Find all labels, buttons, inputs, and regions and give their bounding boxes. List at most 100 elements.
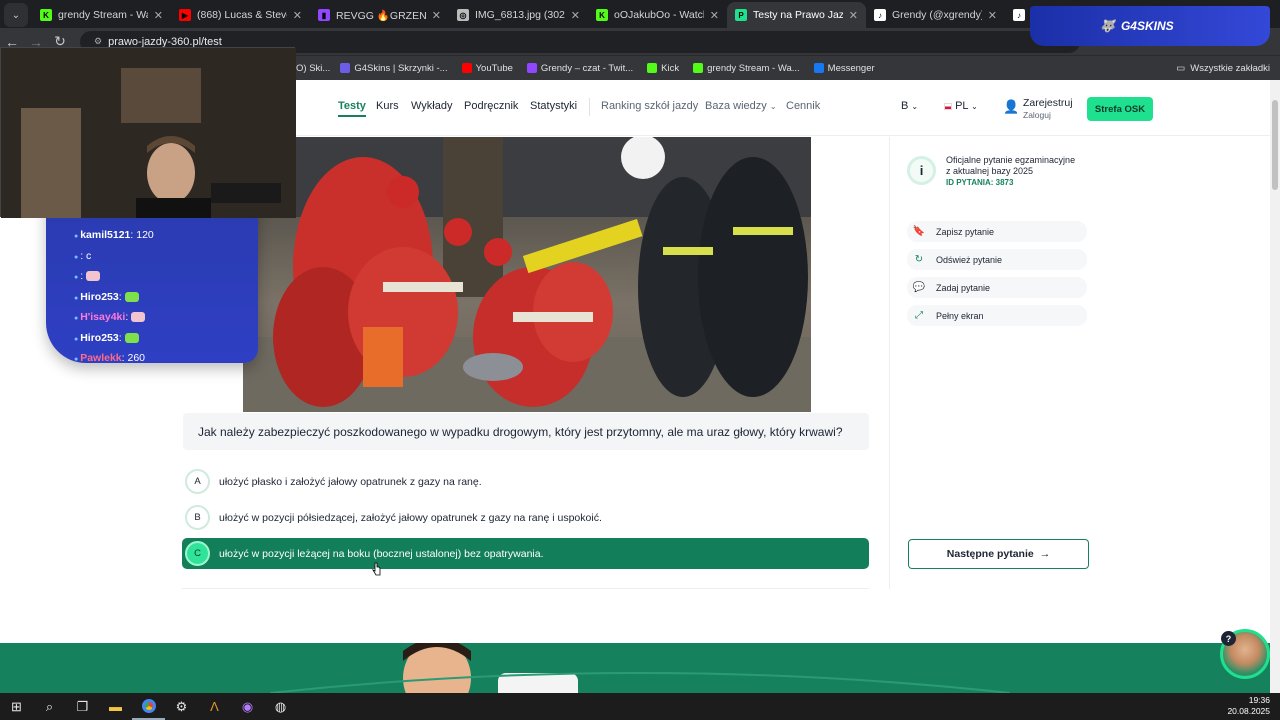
browser-tab[interactable]: ▮ REVGG 🔥GRZENIU I TIN ✕ <box>310 2 449 28</box>
sidebar-action-refresh[interactable]: ↻ Odśwież pytanie <box>907 249 1087 270</box>
answer-text: ułożyć w pozycji półsiedzącej, założyć j… <box>219 511 602 524</box>
windows-start-icon[interactable]: ⊞ <box>0 693 33 720</box>
accident-scene-image <box>243 137 811 412</box>
question-info: i Oficjalne pytanie egzaminacyjne z aktu… <box>907 150 1087 194</box>
info-line-2: z aktualnej bazy 2025 <box>946 165 1034 176</box>
close-tab-icon[interactable]: ✕ <box>988 9 997 22</box>
bookmark-label: Kick <box>661 62 680 74</box>
content-divider <box>182 588 869 589</box>
close-tab-icon[interactable]: ✕ <box>849 9 858 22</box>
answer-option-a[interactable]: Aułożyć płasko i założyć jałowy opatrune… <box>182 466 869 497</box>
nav-testy[interactable]: Testy <box>338 100 366 117</box>
arrow-right-icon: → <box>1039 548 1051 560</box>
steam-icon[interactable]: ⚙ <box>165 693 198 720</box>
tab-favicon-icon: ▶ <box>179 9 191 21</box>
sidebar-action-bookmark[interactable]: 🔖 Zapisz pytanie <box>907 221 1087 242</box>
g4skins-logo-icon: 🐺 <box>1100 19 1115 33</box>
bookmark-item[interactable]: G4Skins | Skrzynki -... <box>340 62 448 74</box>
tab-title: REVGG 🔥GRZENIU I TIN <box>336 9 426 22</box>
bookmark-partial[interactable]: O) Ski... <box>296 63 330 74</box>
chrome-icon[interactable] <box>132 693 165 720</box>
all-bookmarks-button[interactable]: ▭ Wszystkie zakładki <box>1176 63 1270 74</box>
answer-text: ułożyć w pozycji leżącej na boku (boczne… <box>219 547 544 560</box>
tab-title: IMG_6813.jpg (3024×403 <box>475 9 565 21</box>
nav-statystyki[interactable]: Statystyki <box>530 100 577 112</box>
answer-option-c[interactable]: Cułożyć w pozycji leżącej na boku (boczn… <box>182 538 869 569</box>
strefa-osk-button[interactable]: Strefa OSK <box>1087 97 1153 121</box>
browser-tab[interactable]: P Testy na Prawo Jazdy 202 ✕ <box>727 2 866 28</box>
system-clock[interactable]: 19:36 20.08.2025 <box>1227 695 1270 717</box>
next-question-button[interactable]: Następne pytanie → <box>908 539 1089 569</box>
sidebar-action-fullscreen[interactable]: ⤢ Pełny ekran <box>907 305 1087 326</box>
bookmark-item[interactable]: grendy Stream - Wa... <box>693 63 800 74</box>
chat-username: Hiro253 <box>80 331 119 344</box>
browser-tab[interactable]: Kgrendy Stream - Watch L ✕ <box>32 2 171 28</box>
help-icon[interactable]: ? <box>1221 631 1236 646</box>
next-question-label: Następne pytanie <box>946 548 1034 560</box>
poland-flag-icon <box>944 102 952 110</box>
bookmark-favicon-icon <box>693 63 704 73</box>
discord-icon[interactable]: ◉ <box>231 693 264 720</box>
category-label: B <box>901 100 909 112</box>
browser-tab[interactable]: ◎ IMG_6813.jpg (3024×403 ✕ <box>449 2 588 28</box>
chat-emote-icon <box>124 291 139 302</box>
close-tab-icon[interactable]: ✕ <box>432 9 441 22</box>
g4skins-overlay: 🐺 G4SKINS <box>1030 6 1270 46</box>
close-tab-icon[interactable]: ✕ <box>293 9 302 22</box>
bookmark-favicon-icon <box>461 63 472 73</box>
chat-username: H'isay4ki <box>80 311 126 323</box>
chat-message: ● Hiro253: <box>74 332 139 344</box>
scrollbar-thumb[interactable] <box>1272 100 1278 190</box>
page-scrollbar[interactable] <box>1270 80 1280 693</box>
tab-search-button[interactable]: ⌄ <box>4 3 28 27</box>
bookmark-label: G4Skins | Skrzynki -... <box>354 62 448 74</box>
tab-favicon-icon: K <box>40 9 52 21</box>
nav-podrecznik[interactable]: Podręcznik <box>464 100 518 112</box>
promo-illustration <box>269 638 1011 693</box>
answer-option-b[interactable]: Bułożyć w pozycji półsiedzącej, założyć … <box>182 502 869 533</box>
site-info-icon[interactable]: ⚙ <box>94 36 102 47</box>
bookmark-label: grendy Stream - Wa... <box>707 62 800 74</box>
close-tab-icon[interactable]: ✕ <box>154 9 163 22</box>
browser-tab[interactable]: ▶ (868) Lucas & Steve - ✕ <box>171 2 310 28</box>
bookmark-favicon-icon <box>647 63 658 73</box>
sidebar-action-chat[interactable]: 💬 Zadaj pytanie <box>907 277 1087 298</box>
search-icon[interactable]: ⌕ <box>33 693 66 720</box>
tab-favicon-icon: ♪ <box>1013 9 1025 21</box>
user-icon: 👤 <box>1003 99 1020 114</box>
clock-date: 20.08.2025 <box>1227 706 1270 716</box>
all-bookmarks-label: Wszystkie zakładki <box>1190 62 1270 74</box>
app-a-icon[interactable]: Ʌ <box>198 693 231 720</box>
nav-wyklady[interactable]: Wykłady <box>411 100 452 112</box>
tab-title: grendy Stream - Watch L <box>58 9 148 21</box>
chat-text: c <box>86 249 92 262</box>
sidebar-action-label: Pełny ekran <box>936 310 984 321</box>
bookmark-item[interactable]: YouTube <box>461 63 513 74</box>
bookmark-item[interactable]: Messenger <box>813 63 875 74</box>
login-link[interactable]: Zaloguj <box>1023 110 1051 120</box>
clock-time: 19:36 <box>1248 695 1270 705</box>
chat-emote-icon <box>124 332 139 343</box>
close-tab-icon[interactable]: ✕ <box>571 9 580 22</box>
category-select[interactable]: B ⌄ <box>901 100 918 112</box>
close-tab-icon[interactable]: ✕ <box>710 9 719 22</box>
file-explorer-icon[interactable]: ▬ <box>99 693 132 720</box>
refresh-icon: ↻ <box>914 254 924 265</box>
browser-tab[interactable]: ♪ Grendy (@xgrendy) | TikT ✕ <box>866 2 1005 28</box>
register-link[interactable]: Zarejestruj <box>1023 97 1073 109</box>
chat-message: ● : <box>74 270 101 282</box>
browser-tab[interactable]: KoOJakubOo - Watch clips ✕ <box>588 2 727 28</box>
task-view-icon[interactable]: ❐ <box>66 693 99 720</box>
nav-kurs[interactable]: Kurs <box>376 100 399 112</box>
nav-baza-wiedzy[interactable]: Baza wiedzy ⌄ <box>705 100 777 112</box>
question-id: ID PYTANIA: 3873 <box>946 178 1014 187</box>
sidebar-action-label: Zapisz pytanie <box>936 226 995 237</box>
chat-message: ● : c <box>74 250 91 262</box>
language-select[interactable]: PL ⌄ <box>944 100 978 112</box>
nav-ranking[interactable]: Ranking szkół jazdy <box>601 100 698 112</box>
nav-cennik[interactable]: Cennik <box>786 100 820 112</box>
chat-emote-icon <box>86 271 101 282</box>
bookmark-item[interactable]: Kick <box>647 63 679 74</box>
obs-icon[interactable]: ◍ <box>264 693 297 720</box>
bookmark-item[interactable]: Grendy – czat - Twit... <box>526 63 633 74</box>
